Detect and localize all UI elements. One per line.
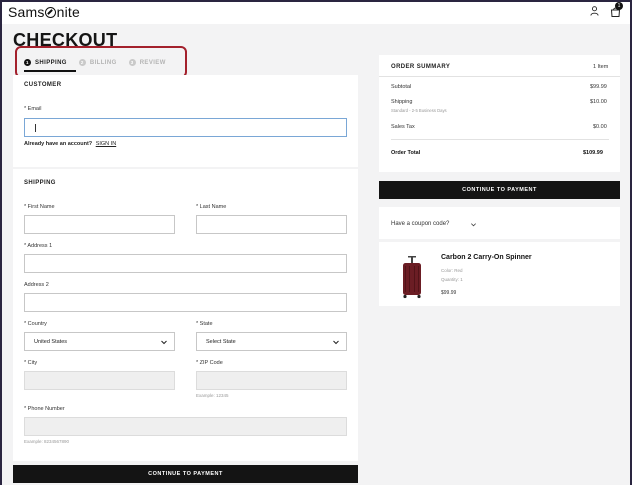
summary-divider xyxy=(391,139,609,140)
first-name-field[interactable] xyxy=(24,215,175,234)
zip-hint: Example: 12345 xyxy=(196,393,229,398)
product-price: $99.99 xyxy=(441,290,457,296)
chevron-down-icon xyxy=(161,340,167,345)
state-value: Select State xyxy=(206,339,236,345)
samsonite-logo[interactable]: Sams nite xyxy=(8,4,80,20)
last-name-label: * Last Name xyxy=(196,204,227,210)
continue-to-payment-button[interactable]: CONTINUE TO PAYMENT xyxy=(13,465,358,483)
suitcase-image xyxy=(403,256,421,299)
first-name-label: * First Name xyxy=(24,204,55,210)
shipping-value: $10.00 xyxy=(590,99,607,105)
address2-field[interactable] xyxy=(24,293,347,312)
state-label: * State xyxy=(196,321,213,327)
browser-frame: Sams nite 1 CHECKOUT 1 SHIPPING 2 BILLING… xyxy=(0,0,632,485)
city-field[interactable] xyxy=(24,371,175,390)
account-prompt: Already have an account? SIGN IN xyxy=(24,141,117,147)
zip-label: * ZIP Code xyxy=(196,360,223,366)
summary-divider xyxy=(379,76,620,77)
chevron-down-icon[interactable] xyxy=(470,221,477,228)
item-count: 1 Item xyxy=(593,64,609,70)
customer-title: CUSTOMER xyxy=(24,82,62,88)
active-step-underline xyxy=(24,70,76,72)
step-number: 3 xyxy=(128,59,136,66)
site-header: Sams nite 1 xyxy=(2,2,630,24)
subtotal-value: $99.99 xyxy=(590,84,607,90)
country-value: United States xyxy=(34,339,68,345)
step-label: SHIPPING xyxy=(35,59,67,66)
zip-field[interactable] xyxy=(196,371,347,390)
order-summary-title: ORDER SUMMARY xyxy=(391,64,451,70)
tax-value: $0.00 xyxy=(593,124,607,130)
step-number: 2 xyxy=(78,59,86,66)
email-field[interactable] xyxy=(24,118,347,137)
cart-count-badge: 1 xyxy=(615,2,623,10)
step-number: 1 xyxy=(24,59,31,66)
address1-label: * Address 1 xyxy=(24,243,53,249)
city-label: * City xyxy=(24,360,38,366)
checkout-steps: 1 SHIPPING 2 BILLING 3 REVIEW xyxy=(24,59,178,66)
text-caret xyxy=(35,124,36,132)
step-label: BILLING xyxy=(89,59,117,66)
user-icon[interactable] xyxy=(590,6,599,16)
phone-field[interactable] xyxy=(24,417,347,436)
product-quantity: Quantity: 1 xyxy=(441,277,463,282)
sign-in-link[interactable]: SIGN IN xyxy=(96,141,116,147)
shipping-title: SHIPPING xyxy=(24,180,56,186)
chevron-down-icon xyxy=(333,340,339,345)
coupon-label[interactable]: Have a coupon code? xyxy=(391,221,449,227)
subtotal-label: Subtotal xyxy=(391,84,412,90)
summary-continue-button[interactable]: CONTINUE TO PAYMENT xyxy=(379,181,620,199)
step-shipping[interactable]: 1 SHIPPING xyxy=(24,59,67,66)
phone-hint: Example: 8234567890 xyxy=(24,439,70,444)
address1-field[interactable] xyxy=(24,254,347,273)
shipping-label: Shipping xyxy=(391,99,413,105)
product-name[interactable]: Carbon 2 Carry-On Spinner xyxy=(441,254,532,261)
step-label: REVIEW xyxy=(139,59,166,66)
address2-label: Address 2 xyxy=(24,282,49,288)
step-review[interactable]: 3 REVIEW xyxy=(128,59,166,66)
step-billing[interactable]: 2 BILLING xyxy=(78,59,117,66)
product-color: Color: Red xyxy=(441,268,463,273)
product-card: Carbon 2 Carry-On Spinner Color: Red Qua… xyxy=(379,242,620,306)
state-select[interactable]: Select State xyxy=(196,332,347,351)
last-name-field[interactable] xyxy=(196,215,347,234)
shipping-method: Standard - 2-5 Business Days xyxy=(391,108,447,113)
total-value: $109.99 xyxy=(583,150,603,156)
email-label: * Email xyxy=(24,106,42,112)
tax-label: Sales Tax xyxy=(391,124,415,130)
phone-label: * Phone Number xyxy=(24,406,65,412)
country-select[interactable]: United States xyxy=(24,332,175,351)
country-label: * Country xyxy=(24,321,47,327)
logo-o-glyph xyxy=(45,7,57,18)
total-label: Order Total xyxy=(391,150,421,156)
